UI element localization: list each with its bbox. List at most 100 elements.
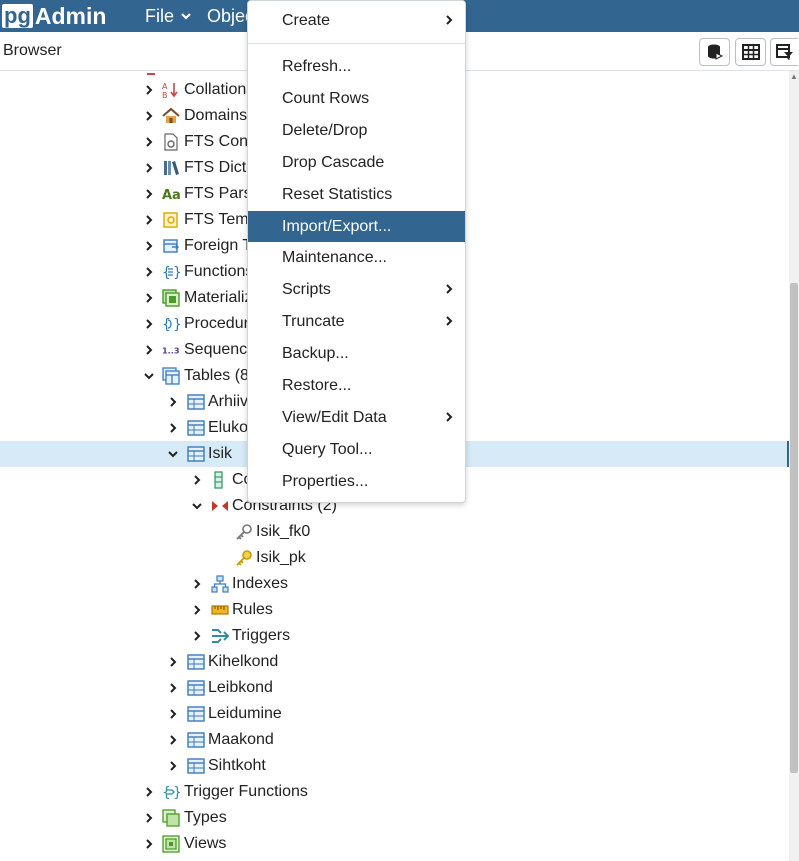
- tree-label: Maakond: [208, 731, 274, 748]
- tree-label: Isik: [208, 445, 232, 462]
- chevron-right-icon[interactable]: [143, 77, 155, 103]
- table-icon: [187, 420, 205, 436]
- menu-item-truncate[interactable]: Truncate: [248, 306, 465, 337]
- svg-text:}: }: [173, 317, 180, 333]
- chevron-right-icon[interactable]: [167, 389, 179, 415]
- chevron-right-icon[interactable]: [167, 701, 179, 727]
- tree-label: Sihtkoht: [208, 757, 266, 774]
- function-icon: { }: [162, 265, 180, 281]
- chevron-right-icon[interactable]: [143, 233, 155, 259]
- pgadmin-logo[interactable]: pg Admin: [2, 2, 106, 30]
- chevron-right-icon[interactable]: [167, 753, 179, 779]
- chevron-down-icon[interactable]: [167, 441, 179, 467]
- menu-item-count-rows[interactable]: Count Rows: [248, 83, 465, 114]
- query-tool-button[interactable]: [699, 38, 730, 66]
- menu-item-import-export[interactable]: Import/Export...: [248, 211, 465, 242]
- chevron-right-icon[interactable]: [191, 467, 203, 493]
- chevron-right-icon[interactable]: [143, 155, 155, 181]
- table-icon: [187, 706, 205, 722]
- filtered-rows-button[interactable]: [770, 38, 798, 66]
- tree-node-isik-fk0[interactable]: Isik_fk0: [0, 519, 789, 545]
- tree-node-table-leibkond[interactable]: Leibkond: [0, 675, 789, 701]
- scroll-up-arrow-icon[interactable]: ▲: [790, 72, 798, 82]
- chevron-down-icon[interactable]: [143, 363, 155, 389]
- tree-node-indexes[interactable]: Indexes: [0, 571, 789, 597]
- svg-text:{: {: [162, 317, 171, 333]
- chevron-right-icon[interactable]: [143, 207, 155, 233]
- tree-label: Leibkond: [208, 679, 273, 696]
- view-data-icon: [741, 44, 760, 60]
- chevron-right-icon[interactable]: [143, 285, 155, 311]
- chevron-right-icon[interactable]: [191, 623, 203, 649]
- chevron-right-icon[interactable]: [143, 779, 155, 805]
- columns-icon: [214, 471, 223, 489]
- chevron-right-icon[interactable]: [191, 571, 203, 597]
- chevron-right-icon[interactable]: [191, 597, 203, 623]
- chevron-right-icon[interactable]: [167, 415, 179, 441]
- menu-item-scripts[interactable]: Scripts: [248, 274, 465, 305]
- menu-item-view-edit-data[interactable]: View/Edit Data: [248, 402, 465, 433]
- tree-label: Indexes: [232, 575, 289, 592]
- menu-item-label: Restore...: [282, 376, 352, 394]
- tree-node-isik-pk[interactable]: Isik_pk: [0, 545, 789, 571]
- menu-item-label: Truncate: [282, 312, 345, 330]
- chevron-right-icon[interactable]: [143, 103, 155, 129]
- logo-pg: pg: [2, 3, 33, 28]
- chevron-right-icon[interactable]: [167, 675, 179, 701]
- tree-label: Domains: [184, 107, 248, 124]
- logo-admin: Admin: [34, 2, 107, 29]
- tree-node-table-leidumine[interactable]: Leidumine: [0, 701, 789, 727]
- menu-item-label: Reset Statistics: [282, 185, 393, 203]
- chevron-right-icon: [446, 412, 453, 422]
- file-menu[interactable]: File: [145, 0, 192, 32]
- view-data-button[interactable]: [735, 38, 766, 66]
- tree-scrollbar-thumb[interactable]: [790, 283, 798, 773]
- menu-item-delete-drop[interactable]: Delete/Drop: [248, 115, 465, 146]
- svg-text:}: }: [173, 785, 180, 801]
- tree-node-table-kihelkond[interactable]: Kihelkond: [0, 649, 789, 675]
- menu-item-label: Create: [282, 11, 331, 29]
- tree-node-rules[interactable]: Rules: [0, 597, 789, 623]
- tree-node-triggers[interactable]: Triggers: [0, 623, 789, 649]
- menu-item-query-tool[interactable]: Query Tool...: [248, 434, 465, 465]
- tree-label: Kihelkond: [208, 653, 279, 670]
- table-icon: [187, 732, 205, 748]
- menu-item-label: Scripts: [282, 280, 331, 298]
- menu-item-drop-cascade[interactable]: Drop Cascade: [248, 147, 465, 178]
- chevron-right-icon[interactable]: [143, 311, 155, 337]
- chevron-right-icon[interactable]: [143, 831, 155, 857]
- tree-label: Collations: [184, 81, 255, 98]
- tree-node-table-sihtkoht[interactable]: Sihtkoht: [0, 753, 789, 779]
- tree-node-trigger-functions[interactable]: { } Trigger Functions: [0, 779, 789, 805]
- chevron-right-icon[interactable]: [143, 805, 155, 831]
- menu-separator: [248, 43, 465, 44]
- view-icon: [162, 835, 180, 853]
- chevron-right-icon[interactable]: [167, 649, 179, 675]
- chevron-right-icon[interactable]: [167, 727, 179, 753]
- tree-node-types[interactable]: Types: [0, 805, 789, 831]
- menu-item-maintenance[interactable]: Maintenance...: [248, 242, 465, 273]
- chevron-right-icon[interactable]: [143, 337, 155, 363]
- chevron-right-icon[interactable]: [143, 129, 155, 155]
- chevron-right-icon[interactable]: [143, 259, 155, 285]
- menu-item-refresh[interactable]: Refresh...: [248, 51, 465, 82]
- tree-label: Types: [184, 809, 227, 826]
- partial-icon: [147, 73, 155, 75]
- tree-label: Functions: [184, 263, 254, 280]
- table-icon: [187, 654, 205, 670]
- chevron-right-icon[interactable]: [143, 181, 155, 207]
- menu-item-label: Count Rows: [282, 89, 370, 107]
- menu-item-backup[interactable]: Backup...: [248, 338, 465, 369]
- file-menu-label: File: [145, 5, 175, 26]
- menu-item-properties[interactable]: Properties...: [248, 466, 465, 497]
- chevron-down-icon[interactable]: [191, 493, 203, 519]
- menu-item-label: Backup...: [282, 344, 349, 362]
- menu-item-restore[interactable]: Restore...: [248, 370, 465, 401]
- menu-item-reset-statistics[interactable]: Reset Statistics: [248, 179, 465, 210]
- query-tool-icon: [707, 44, 723, 60]
- tree-label: Arhiiv: [208, 393, 249, 410]
- menu-item-label: Query Tool...: [282, 440, 373, 458]
- menu-item-create[interactable]: Create: [248, 5, 465, 36]
- tree-node-table-maakond[interactable]: Maakond: [0, 727, 789, 753]
- tree-node-views[interactable]: Views: [0, 831, 789, 857]
